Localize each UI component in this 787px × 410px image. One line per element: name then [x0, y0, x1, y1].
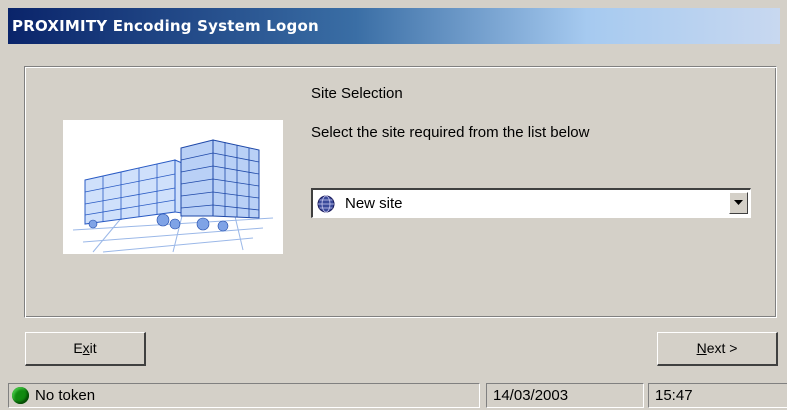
building-illustration	[63, 120, 283, 254]
token-status-text: No token	[35, 387, 96, 404]
dropdown-button[interactable]	[729, 192, 748, 214]
site-selection-instruction: Select the site required from the list b…	[311, 124, 590, 141]
chevron-down-icon	[734, 200, 743, 205]
title-bar[interactable]: PROXIMITY Encoding System Logon	[8, 8, 780, 44]
site-selection-heading: Site Selection	[311, 85, 403, 102]
exit-label-accelerator: x	[82, 340, 90, 356]
building-sketch-image	[63, 120, 283, 254]
window-title: PROXIMITY Encoding System Logon	[12, 17, 319, 35]
next-button[interactable]: Next >	[657, 332, 778, 366]
status-bar: No token 14/03/2003 15:47	[8, 383, 787, 410]
exit-label-post: it	[89, 340, 97, 356]
token-indicator-icon	[12, 387, 29, 404]
globe-icon	[317, 195, 335, 213]
status-date: 14/03/2003	[486, 383, 644, 408]
token-status-panel: No token	[8, 383, 480, 408]
exit-button[interactable]: Exit	[25, 332, 146, 366]
next-label-accelerator: N	[696, 340, 707, 356]
status-time: 15:47	[648, 383, 787, 408]
logon-window: PROXIMITY Encoding System Logon Site Sel…	[0, 0, 787, 410]
next-label-post: ext >	[706, 340, 738, 356]
selected-site-value: New site	[345, 195, 403, 212]
site-combobox[interactable]: New site	[311, 188, 751, 218]
exit-label-pre: E	[73, 340, 83, 356]
